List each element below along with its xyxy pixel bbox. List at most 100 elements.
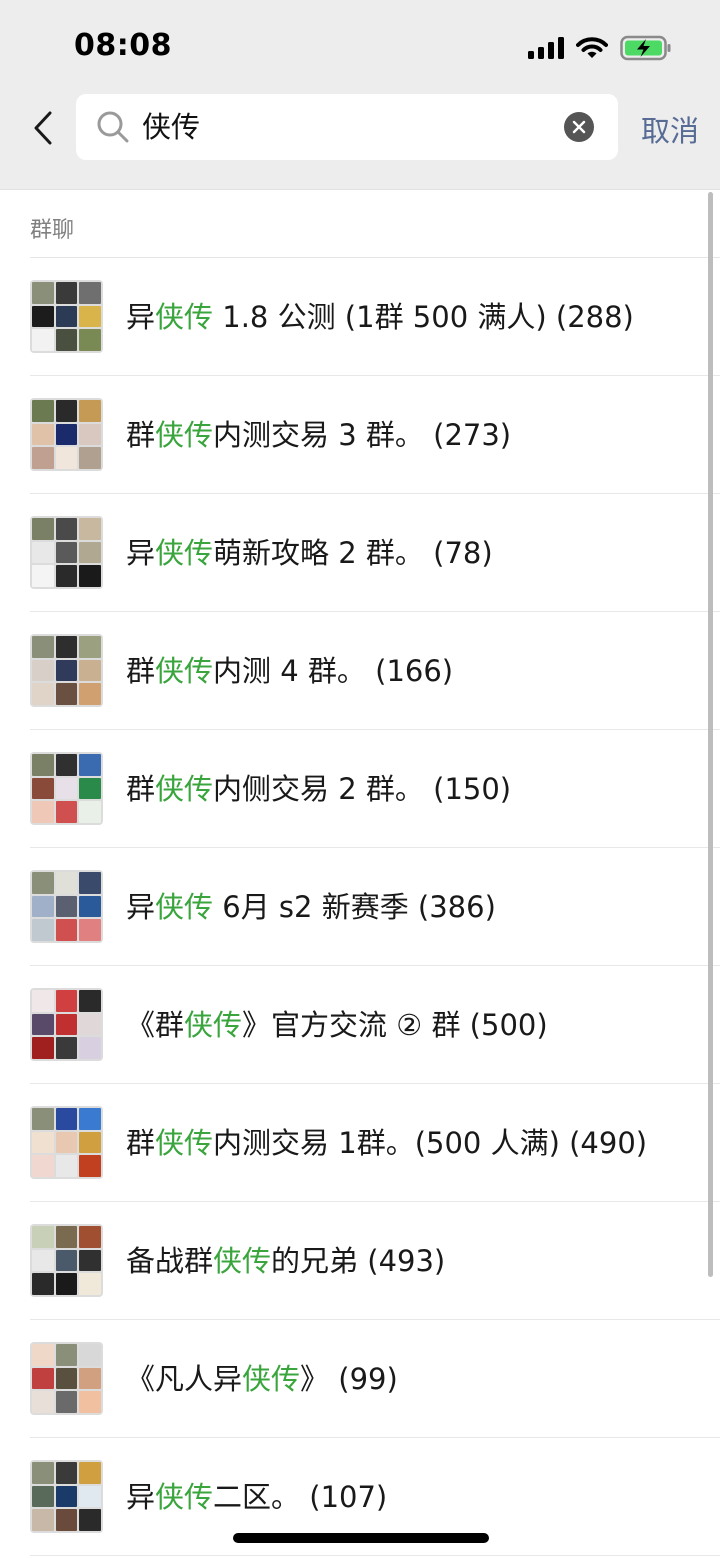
group-result-row[interactable]: 异侠传 1.8 公测 (1群 500 满人) (288)	[0, 258, 720, 376]
member-avatar-tile	[32, 683, 54, 705]
status-time: 08:08	[74, 28, 172, 63]
member-avatar-tile	[32, 801, 54, 823]
member-avatar-tile	[32, 305, 54, 328]
member-avatar-tile	[32, 1485, 54, 1508]
member-avatar-tile	[55, 1273, 78, 1295]
group-result-row[interactable]: 群侠传内测交易 3 群。 (273)	[0, 376, 720, 494]
group-title: 群侠传内测交易 1群。(500 人满) (490)	[126, 1124, 647, 1162]
member-avatar-tile	[32, 895, 54, 918]
close-icon	[572, 120, 586, 134]
member-avatar-tile	[32, 1013, 54, 1036]
group-title-match: 侠传	[155, 772, 214, 806]
group-result-row[interactable]: 群侠传内测交易 1群。(500 人满) (490)	[0, 1084, 720, 1202]
group-avatar	[30, 1224, 103, 1297]
member-avatar-tile	[79, 1462, 101, 1484]
cancel-button[interactable]: 取消	[641, 108, 699, 150]
group-title-before: 异	[126, 300, 156, 334]
group-result-row[interactable]: 备战群侠传的兄弟 (493)	[0, 1202, 720, 1320]
member-avatar-tile	[79, 872, 101, 894]
member-avatar-tile	[55, 872, 78, 894]
group-avatar	[30, 870, 103, 943]
member-avatar-tile	[55, 895, 78, 918]
member-avatar-tile	[79, 423, 101, 446]
group-title-before: 异	[126, 1480, 156, 1514]
group-avatar	[30, 280, 103, 353]
member-avatar-tile	[32, 541, 54, 564]
group-result-row[interactable]: 异侠传萌新攻略 2 群。 (78)	[0, 494, 720, 612]
group-title-match: 侠传	[155, 418, 214, 452]
status-icons	[528, 33, 672, 63]
member-avatar-tile	[79, 919, 101, 941]
member-avatar-tile	[79, 329, 101, 351]
member-avatar-tile	[32, 1462, 54, 1484]
group-title-after: 》 (99)	[300, 1362, 398, 1396]
group-title-after: 内测交易 3 群。 (273)	[213, 418, 512, 452]
group-title: 异侠传 6月 s2 新赛季 (386)	[126, 888, 496, 926]
member-avatar-tile	[79, 1131, 101, 1154]
group-result-row[interactable]: 《群侠传》官方交流 ② 群 (500)	[0, 966, 720, 1084]
member-avatar-tile	[32, 1367, 54, 1390]
member-avatar-tile	[32, 1509, 54, 1531]
group-title-after: 1.8 公测 (1群 500 满人) (288)	[213, 300, 634, 334]
wifi-icon	[576, 37, 608, 58]
member-avatar-tile	[32, 872, 54, 894]
group-result-row[interactable]: 异侠传 6月 s2 新赛季 (386)	[0, 848, 720, 966]
member-avatar-tile	[79, 1249, 101, 1272]
group-avatar	[30, 398, 103, 471]
member-avatar-tile	[55, 919, 78, 941]
member-avatar-tile	[32, 423, 54, 446]
member-avatar-tile	[79, 565, 101, 587]
member-avatar-tile	[55, 801, 78, 823]
group-title-match: 侠传	[184, 1008, 243, 1042]
group-title-match: 侠传	[155, 1126, 214, 1160]
member-avatar-tile	[55, 777, 78, 800]
back-button[interactable]	[26, 106, 60, 150]
member-avatar-tile	[32, 1037, 54, 1059]
member-avatar-tile	[79, 659, 101, 682]
group-title-before: 群	[126, 772, 156, 806]
group-title-match: 侠传	[242, 1362, 301, 1396]
group-title-match: 侠传	[213, 1244, 272, 1278]
member-avatar-tile	[55, 659, 78, 682]
group-title-before: 《凡人异	[126, 1362, 243, 1396]
member-avatar-tile	[55, 1155, 78, 1177]
member-avatar-tile	[55, 1344, 78, 1366]
scrollbar[interactable]	[708, 192, 713, 1277]
member-avatar-tile	[32, 565, 54, 587]
group-result-row[interactable]: 群侠传内测 4 群。 (166)	[0, 612, 720, 730]
member-avatar-tile	[55, 636, 78, 658]
member-avatar-tile	[55, 423, 78, 446]
member-avatar-tile	[79, 1013, 101, 1036]
member-avatar-tile	[79, 447, 101, 469]
clear-search-button[interactable]	[564, 112, 594, 142]
member-avatar-tile	[79, 541, 101, 564]
member-avatar-tile	[55, 683, 78, 705]
search-icon	[97, 111, 129, 143]
member-avatar-tile	[55, 518, 78, 540]
member-avatar-tile	[79, 305, 101, 328]
member-avatar-tile	[55, 1249, 78, 1272]
group-title-match: 侠传	[155, 654, 214, 688]
member-avatar-tile	[55, 1108, 78, 1130]
group-result-row[interactable]: 群侠传内侧交易 2 群。 (150)	[0, 730, 720, 848]
group-title-before: 异	[126, 890, 156, 924]
member-avatar-tile	[79, 990, 101, 1012]
member-avatar-tile	[55, 565, 78, 587]
search-input[interactable]	[142, 94, 552, 160]
group-title-before: 备战群	[126, 1244, 214, 1278]
member-avatar-tile	[55, 329, 78, 351]
battery-charging-icon	[620, 35, 671, 61]
group-title-after: 内测 4 群。 (166)	[213, 654, 454, 688]
member-avatar-tile	[79, 636, 101, 658]
member-avatar-tile	[55, 541, 78, 564]
group-avatar	[30, 634, 103, 707]
member-avatar-tile	[55, 990, 78, 1012]
signal-icon	[528, 37, 564, 59]
group-title: 群侠传内测 4 群。 (166)	[126, 652, 453, 690]
member-avatar-tile	[55, 1131, 78, 1154]
group-avatar	[30, 1342, 103, 1415]
search-box[interactable]	[76, 94, 618, 160]
group-result-row[interactable]: 《凡人异侠传》 (99)	[0, 1320, 720, 1438]
member-avatar-tile	[79, 683, 101, 705]
member-avatar-tile	[55, 1367, 78, 1390]
